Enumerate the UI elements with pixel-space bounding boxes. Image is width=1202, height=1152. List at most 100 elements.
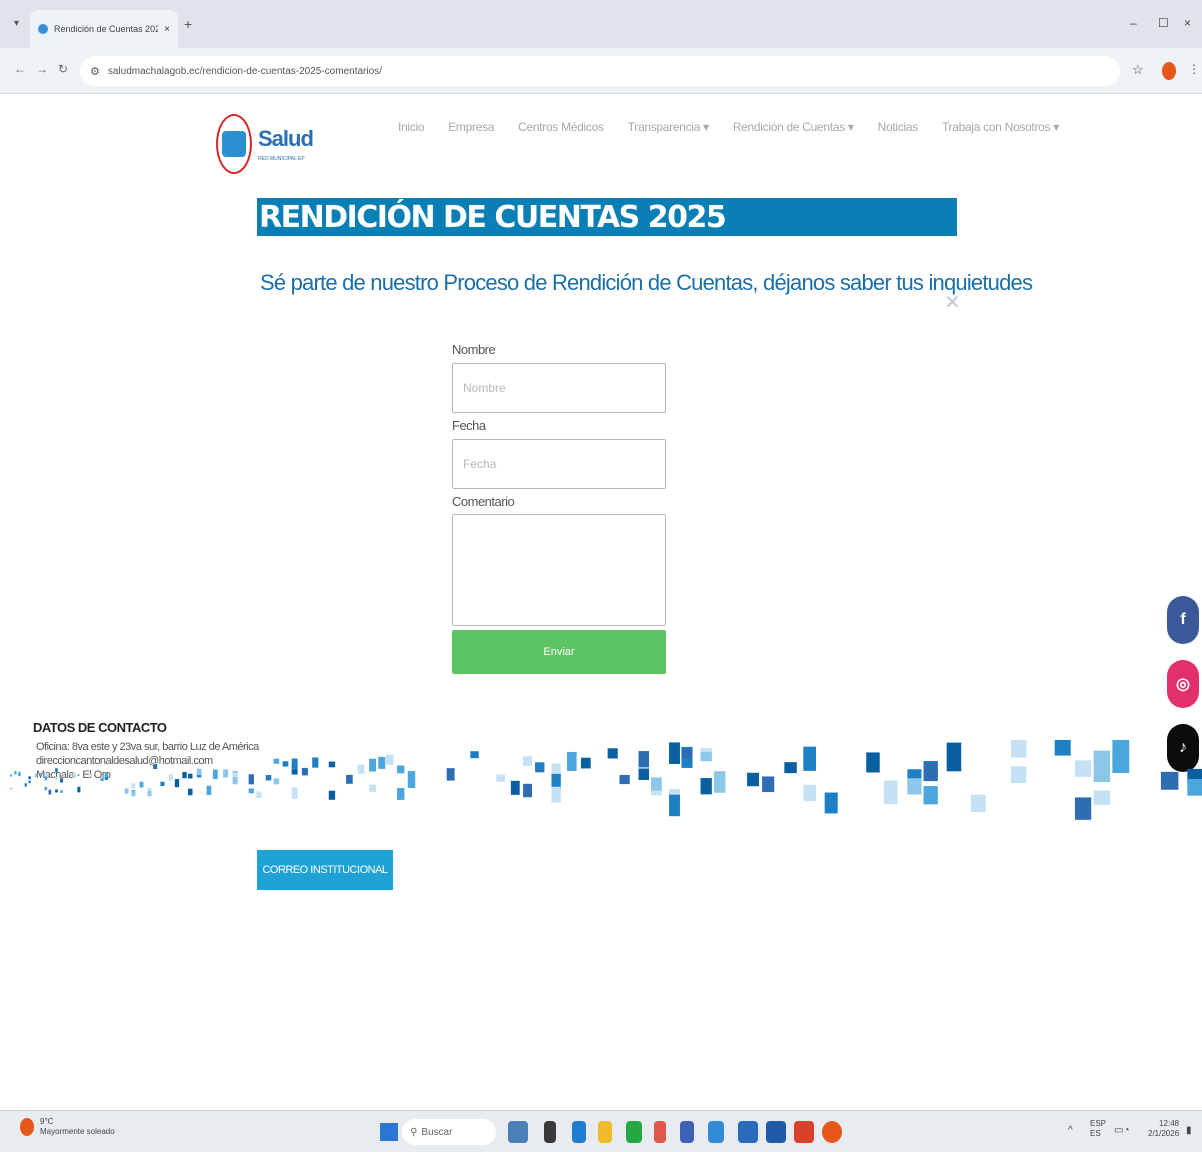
tray-chevron-icon[interactable]: ^ — [1068, 1125, 1073, 1136]
mosaic-square — [124, 788, 129, 792]
mosaic-square — [803, 784, 816, 802]
reload-icon[interactable]: ↻ — [58, 62, 68, 76]
mosaic-square — [48, 789, 52, 795]
new-tab-button[interactable]: + — [184, 16, 192, 32]
mosaic-square — [282, 761, 289, 767]
mosaic-square — [232, 776, 238, 785]
mosaic-square — [523, 783, 533, 798]
comment-textarea[interactable] — [452, 514, 666, 626]
mosaic-square — [174, 779, 180, 788]
page-title: RENDICIÓN DE CUENTAS 2025 — [259, 200, 727, 235]
minimize-button[interactable]: – — [1130, 16, 1137, 30]
mosaic-square — [669, 794, 680, 817]
notification-icon[interactable]: ▮ — [1186, 1125, 1192, 1136]
edge-icon[interactable] — [572, 1121, 586, 1143]
tab-title: Rendición de Cuentas 2025 – — [54, 24, 159, 34]
correo-institucional-button[interactable]: CORREO INSTITUCIONAL — [257, 850, 393, 890]
mosaic-square — [619, 774, 630, 785]
close-icon[interactable]: ✕ — [944, 290, 961, 315]
mosaic-square — [77, 786, 81, 793]
tray-date[interactable]: 2/1/2026 — [1148, 1129, 1179, 1138]
mosaic-square — [669, 742, 680, 764]
mosaic-square — [397, 788, 405, 800]
close-window-button[interactable]: × — [1184, 16, 1191, 30]
taskbar-app-icon[interactable] — [654, 1121, 666, 1143]
mosaic-square — [223, 769, 229, 778]
mosaic-square — [535, 762, 545, 770]
browser-menu-icon[interactable]: ⋮ — [1188, 62, 1200, 76]
word-icon[interactable] — [738, 1121, 758, 1143]
taskbar-app-icon[interactable] — [680, 1121, 694, 1143]
menu-item-empresa[interactable]: Empresa — [448, 120, 494, 134]
mosaic-square — [970, 794, 986, 812]
menu-item-centros-medicos[interactable]: Centros Médicos — [518, 120, 604, 134]
bookmark-star-icon[interactable]: ☆ — [1132, 62, 1144, 78]
menu-item-noticias[interactable]: Noticias — [878, 120, 919, 134]
tray-network-icon[interactable]: ▭◔ — [1114, 1125, 1130, 1136]
file-explorer-icon[interactable] — [598, 1121, 612, 1143]
weather-desc: Mayormente soleado — [40, 1127, 115, 1136]
taskbar-app-icon[interactable] — [708, 1121, 724, 1143]
site-info-icon[interactable]: ⚙ — [90, 65, 100, 78]
mosaic-square — [510, 780, 520, 795]
mosaic-square — [946, 742, 962, 772]
url-field[interactable]: ⚙ saludmachalagob.ec/rendicion-de-cuenta… — [80, 56, 1120, 86]
tray-time[interactable]: 12:48 — [1159, 1119, 1179, 1128]
taskbar-search-text: Buscar — [421, 1126, 453, 1138]
tray-lang[interactable]: ESP — [1090, 1119, 1106, 1128]
mosaic-square — [747, 772, 760, 787]
weather-widget[interactable]: 9°C Mayormente soleado — [20, 1117, 115, 1137]
taskbar-app-icon[interactable] — [794, 1121, 814, 1143]
site-favicon-icon — [38, 24, 48, 34]
decorative-mosaic — [10, 740, 1202, 820]
mosaic-square — [824, 792, 838, 814]
mosaic-square — [1093, 750, 1111, 783]
menu-item-transparencia[interactable]: Transparencia ▾ — [628, 120, 709, 134]
menu-item-trabaja[interactable]: Trabaja con Nosotros ▾ — [942, 120, 1059, 134]
back-arrow-icon[interactable]: ← — [14, 62, 26, 76]
menu-item-rendicion[interactable]: Rendición de Cuentas ▾ — [733, 120, 854, 134]
site-logo[interactable]: Salud RED MUNICIPAL EP — [216, 114, 314, 178]
whatsapp-icon[interactable] — [626, 1121, 642, 1143]
browser-tab[interactable]: Rendición de Cuentas 2025 – × — [30, 10, 178, 48]
maximize-button[interactable]: ☐ — [1158, 16, 1169, 30]
mosaic-square — [1054, 740, 1071, 756]
instagram-icon[interactable]: ◎ — [1167, 660, 1199, 708]
mosaic-square — [196, 768, 202, 776]
outlook-icon[interactable] — [766, 1121, 786, 1143]
mosaic-square — [700, 752, 712, 762]
date-input[interactable] — [452, 439, 666, 489]
mosaic-square — [212, 769, 218, 780]
menu-item-inicio[interactable]: Inicio — [398, 120, 425, 134]
mosaic-square — [14, 770, 17, 775]
mosaic-square — [131, 790, 136, 797]
taskbar-app-icon[interactable] — [544, 1121, 556, 1143]
forward-arrow-icon[interactable]: → — [36, 62, 48, 76]
submit-button[interactable]: Enviar — [452, 630, 666, 674]
taskbar: 9°C Mayormente soleado ⚲ Buscar ^ ESP ES… — [0, 1110, 1202, 1152]
mosaic-square — [273, 758, 280, 764]
mosaic-square — [182, 772, 187, 779]
taskbar-app-icon[interactable] — [508, 1121, 528, 1143]
windows-start-icon[interactable] — [380, 1123, 398, 1141]
logo-text: Salud — [258, 126, 314, 151]
extension-icon[interactable] — [1162, 62, 1176, 80]
mosaic-square — [301, 767, 308, 776]
chrome-icon[interactable] — [822, 1121, 842, 1143]
mosaic-square — [523, 756, 533, 766]
facebook-icon[interactable]: f — [1167, 596, 1199, 644]
mosaic-square — [248, 774, 254, 785]
weather-icon — [20, 1118, 34, 1136]
mosaic-square — [1093, 790, 1111, 805]
mosaic-square — [407, 771, 416, 778]
mosaic-square — [470, 751, 479, 759]
tab-search-icon[interactable]: ▾ — [14, 18, 19, 29]
mosaic-square — [104, 772, 109, 778]
weather-temp: 9°C — [40, 1117, 54, 1126]
mosaic-square — [386, 754, 394, 766]
name-input[interactable] — [452, 363, 666, 413]
taskbar-search[interactable]: ⚲ Buscar — [402, 1119, 496, 1145]
tab-close-icon[interactable]: × — [164, 24, 170, 35]
mosaic-square — [28, 776, 31, 780]
mosaic-square — [883, 780, 898, 805]
